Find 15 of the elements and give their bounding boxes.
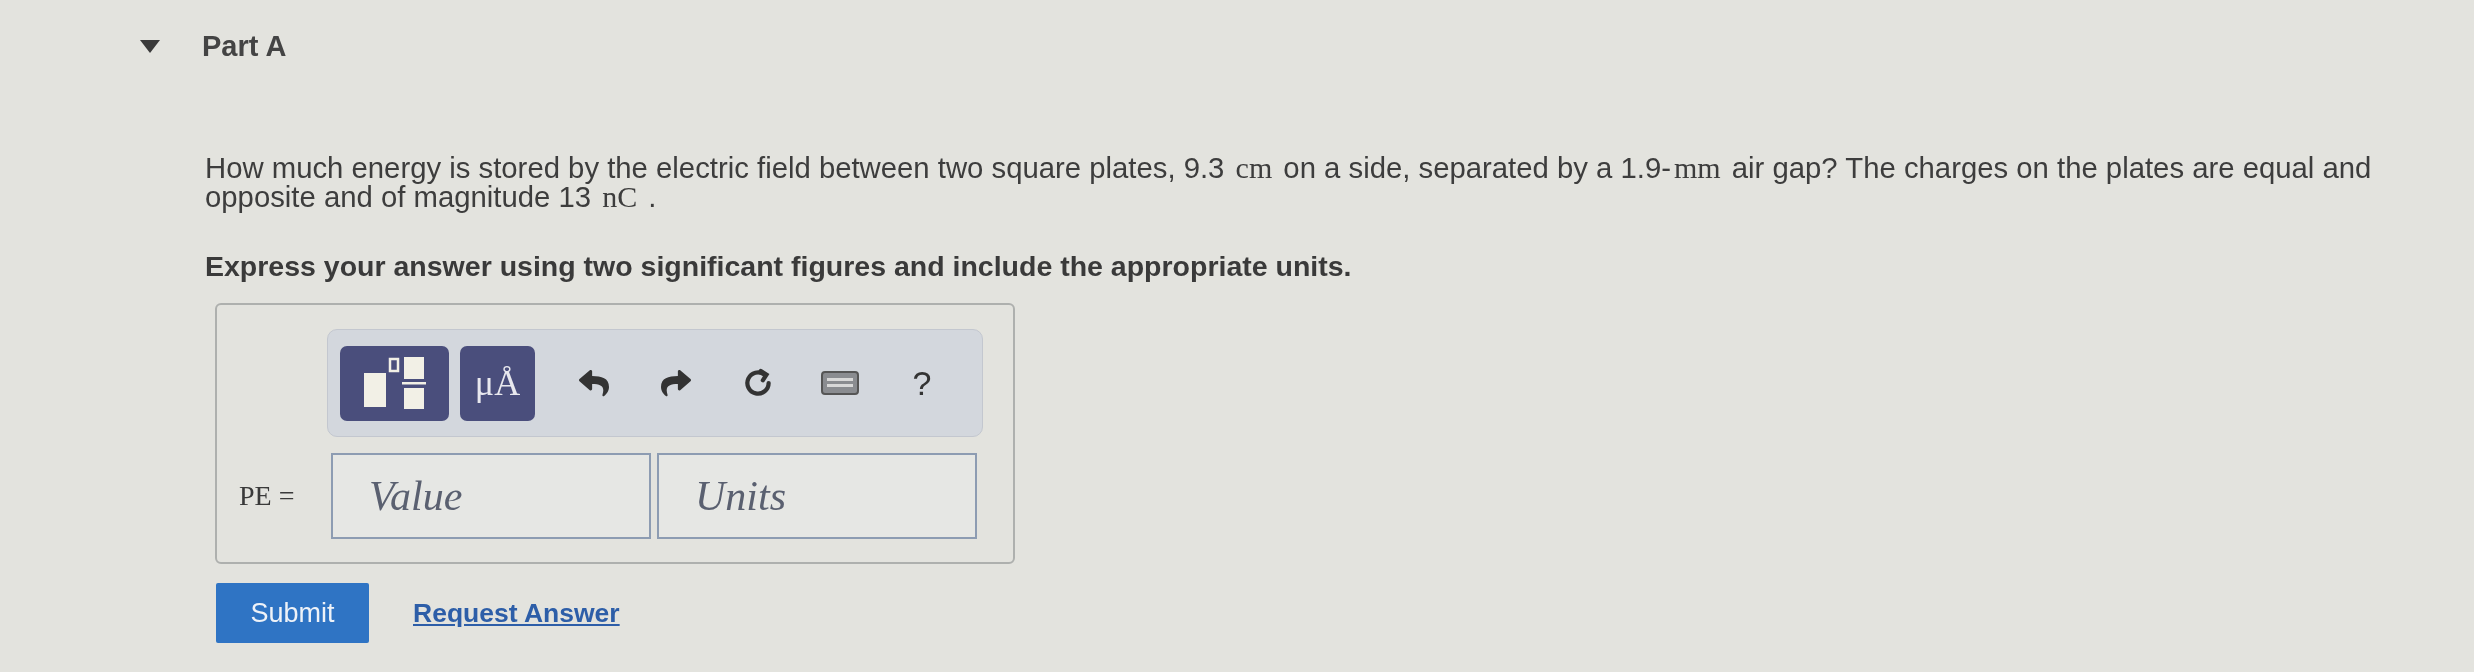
redo-icon	[661, 368, 691, 398]
question-text: How much energy is stored by the electric field between two square plates, 9.3 cm on a side, separated by a 1.9-mm air gap? The charges on the plates are equal and opposite and of magnitude 13 nC .	[205, 153, 2373, 211]
answer-label: PE =	[238, 480, 296, 512]
template-button[interactable]	[340, 345, 449, 421]
help-button[interactable]: ?	[899, 360, 945, 406]
undo-icon	[579, 368, 609, 398]
request-answer-link[interactable]: Request Answer	[413, 597, 620, 629]
instruction-text: Express your answer using two significant figures and include the appropriate units.	[205, 251, 1352, 281]
units-button[interactable]: μÅ	[460, 345, 535, 421]
keyboard-icon	[821, 371, 859, 395]
collapse-triangle-icon[interactable]	[140, 39, 160, 53]
units-input[interactable]: Units	[657, 453, 977, 539]
value-input[interactable]: Value	[331, 453, 651, 539]
submit-button[interactable]: Submit	[216, 583, 369, 643]
part-title: Part A	[202, 31, 287, 61]
